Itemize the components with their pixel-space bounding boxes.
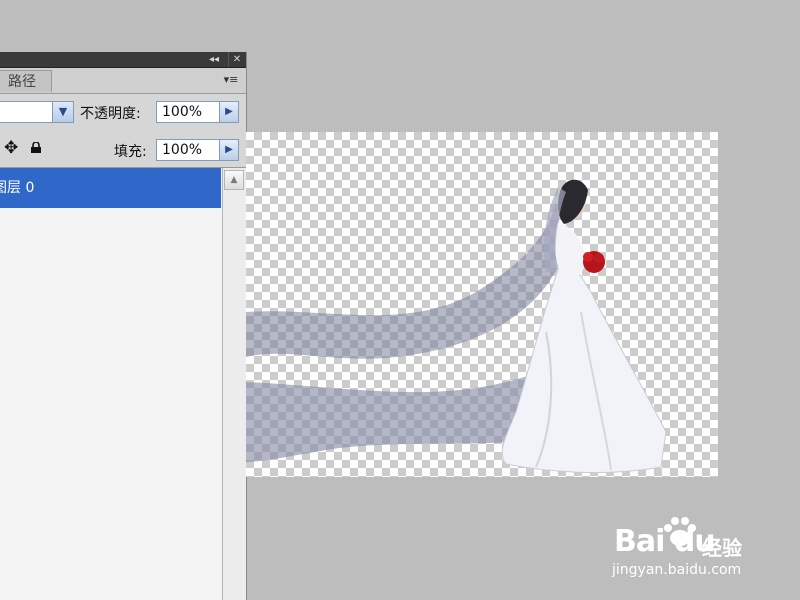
opacity-row: ▼ 不透明度: 100% ▶ [0, 94, 246, 130]
panel-tabstrip: 路径 ▾≡ [0, 68, 246, 94]
move-icon[interactable]: ✥ [4, 138, 18, 158]
layer-row-selected[interactable]: 图层 0 [0, 168, 221, 208]
fill-arrow-icon[interactable]: ▶ [219, 139, 239, 161]
watermark-cn: 经验 [702, 536, 742, 560]
tab-paths[interactable]: 路径 [0, 70, 52, 92]
chevron-down-icon[interactable]: ▼ [52, 102, 73, 122]
watermark-url: jingyan.baidu.com [612, 562, 742, 578]
scroll-up-icon[interactable]: ▲ [224, 170, 244, 190]
layers-panel: ◂◂ ✕ 路径 ▾≡ ▼ 不透明度: 100% ▶ ✥ 填充: 100% ▶ 图… [0, 52, 247, 600]
panel-titlebar: ◂◂ ✕ [0, 52, 246, 68]
collapse-panel-icon[interactable]: ◂◂ [206, 52, 222, 67]
lock-fill-row: ✥ 填充: 100% ▶ [0, 130, 246, 168]
lock-icon[interactable] [30, 142, 42, 153]
baidu-watermark: Bai du 经验 jingyan.baidu.com [612, 512, 772, 582]
watermark-brand: Bai du [614, 524, 716, 559]
layers-scrollbar[interactable]: ▲ [222, 168, 246, 600]
close-panel-icon[interactable]: ✕ [228, 52, 245, 67]
fill-input[interactable]: 100% [156, 139, 220, 161]
layers-list: 图层 0 [0, 168, 222, 600]
opacity-arrow-icon[interactable]: ▶ [219, 101, 239, 123]
fill-label: 填充: [114, 144, 147, 160]
document-canvas[interactable] [246, 132, 718, 477]
opacity-input[interactable]: 100% [156, 101, 220, 123]
layer-name: 图层 0 [0, 180, 35, 196]
bride-image [246, 179, 667, 474]
panel-menu-icon[interactable]: ▾≡ [220, 73, 242, 87]
opacity-label: 不透明度: [80, 106, 141, 122]
blend-mode-select[interactable]: ▼ [0, 101, 74, 123]
